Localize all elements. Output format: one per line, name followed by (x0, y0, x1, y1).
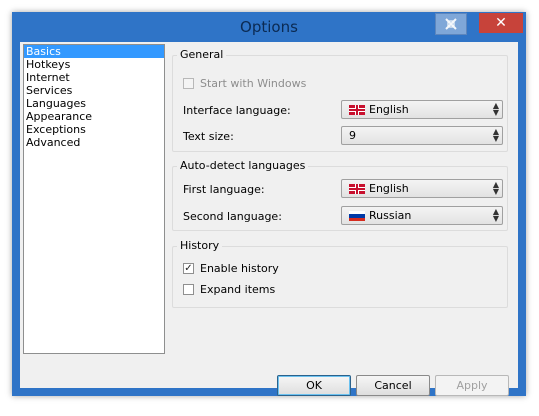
updown-arrow-icon: ▲ ▼ (492, 180, 499, 196)
close-button[interactable]: ✕ (479, 13, 523, 33)
text-size-value: 9 (349, 129, 356, 142)
options-client-area: Basics Hotkeys Internet Services Languag… (20, 42, 518, 396)
nav-item-advanced[interactable]: Advanced (24, 136, 164, 149)
first-language-select[interactable]: English ▲ ▼ (341, 179, 503, 198)
updown-arrow-icon: ▲ ▼ (492, 127, 499, 143)
pin-icon (445, 18, 457, 30)
options-window: Options ✕ Basics Hotkeys Internet Servic… (12, 12, 526, 396)
nav-item-services[interactable]: Services (24, 84, 164, 97)
general-group-title: General (177, 48, 227, 61)
enable-history-checkbox[interactable]: ✓ (183, 263, 194, 274)
general-group: General Start with Windows Interface lan… (172, 48, 508, 152)
nav-item-hotkeys[interactable]: Hotkeys (24, 58, 164, 71)
uk-flag-icon (349, 184, 365, 194)
expand-items-checkbox[interactable] (183, 284, 194, 295)
first-language-value: English (369, 182, 409, 195)
start-with-windows-row[interactable]: Start with Windows (183, 77, 306, 90)
autodetect-group-title: Auto-detect languages (177, 159, 309, 172)
nav-item-internet[interactable]: Internet (24, 71, 164, 84)
interface-language-value: English (369, 103, 409, 116)
ok-button[interactable]: OK (277, 375, 351, 396)
category-list[interactable]: Basics Hotkeys Internet Services Languag… (23, 44, 165, 354)
history-group: History ✓ Enable history Expand items (172, 239, 508, 308)
expand-items-label: Expand items (200, 283, 276, 296)
history-group-title: History (177, 239, 223, 252)
close-icon: ✕ (495, 15, 507, 31)
nav-item-basics[interactable]: Basics (24, 45, 164, 58)
first-language-label: First language: (183, 183, 265, 196)
second-language-label: Second language: (183, 210, 282, 223)
nav-item-appearance[interactable]: Appearance (24, 110, 164, 123)
start-with-windows-label: Start with Windows (200, 77, 307, 90)
updown-arrow-icon: ▲ ▼ (492, 207, 499, 223)
second-language-value: Russian (369, 209, 412, 222)
interface-language-select[interactable]: English ▲ ▼ (341, 100, 503, 119)
cancel-button[interactable]: Cancel (356, 375, 430, 396)
pin-button[interactable] (435, 13, 467, 35)
autodetect-group: Auto-detect languages First language: En… (172, 159, 508, 231)
title-bar: Options ✕ (12, 12, 526, 42)
nav-item-exceptions[interactable]: Exceptions (24, 123, 164, 136)
text-size-select[interactable]: 9 ▲ ▼ (341, 126, 503, 145)
start-with-windows-checkbox[interactable] (183, 78, 194, 89)
interface-language-label: Interface language: (183, 104, 291, 117)
updown-arrow-icon: ▲ ▼ (492, 101, 499, 117)
nav-item-languages[interactable]: Languages (24, 97, 164, 110)
apply-button[interactable]: Apply (435, 375, 509, 396)
uk-flag-icon (349, 105, 365, 115)
text-size-label: Text size: (183, 130, 234, 143)
second-language-select[interactable]: Russian ▲ ▼ (341, 206, 503, 225)
expand-items-row[interactable]: Expand items (183, 283, 275, 296)
russia-flag-icon (349, 211, 365, 221)
enable-history-label: Enable history (200, 262, 279, 275)
enable-history-row[interactable]: ✓ Enable history (183, 262, 279, 275)
